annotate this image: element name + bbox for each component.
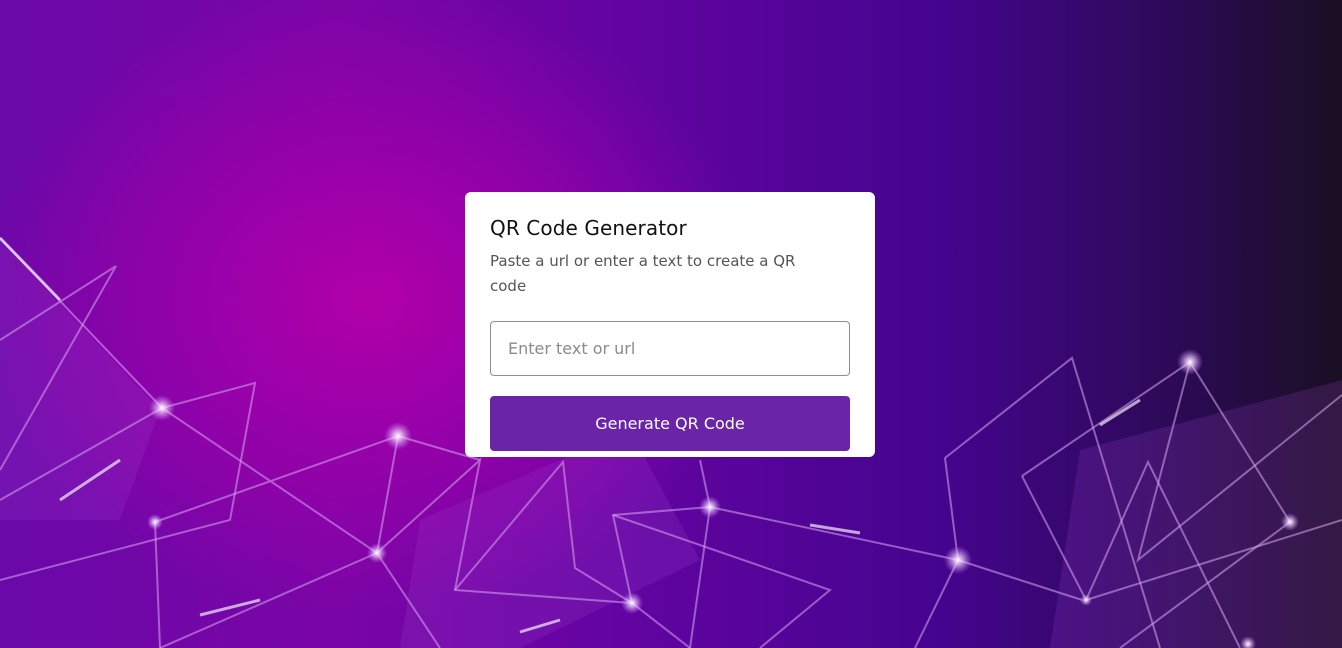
card-title: QR Code Generator [490,216,687,240]
qr-generator-card: QR Code Generator Paste a url or enter a… [465,192,875,457]
card-subtitle: Paste a url or enter a text to create a … [490,252,796,295]
generate-qr-code-button[interactable]: Generate QR Code [490,396,850,451]
text-or-url-input[interactable] [490,321,850,376]
